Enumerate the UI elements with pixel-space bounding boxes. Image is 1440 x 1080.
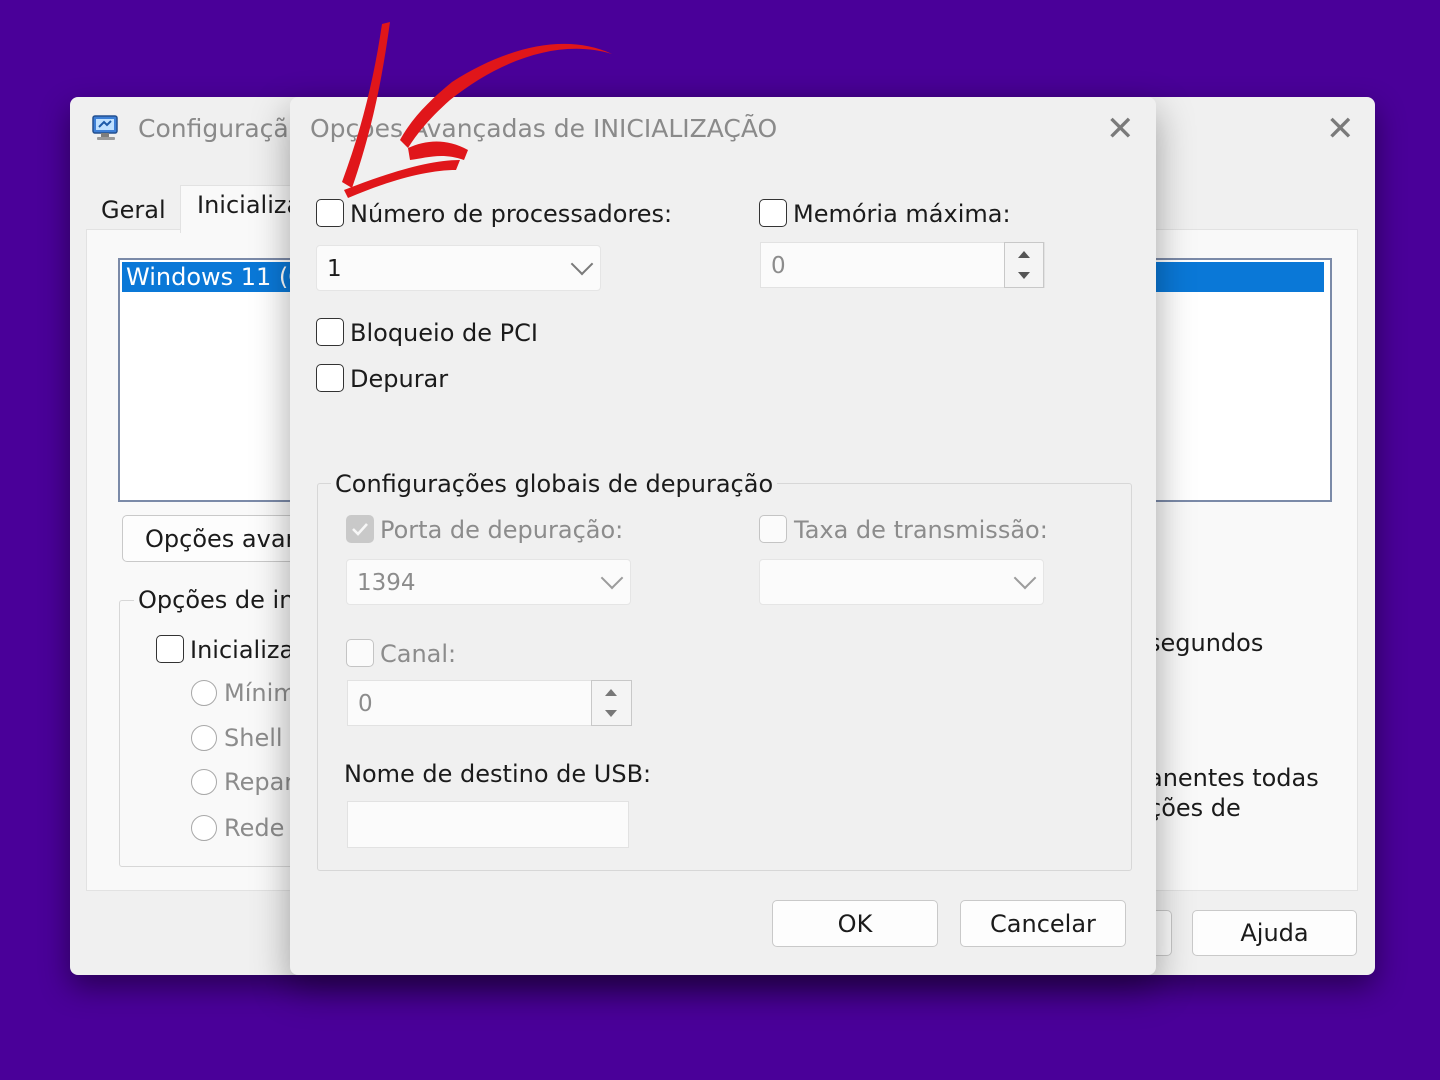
safe-boot-checkbox[interactable] (156, 635, 184, 663)
max-memory-checkbox[interactable] (759, 199, 787, 227)
max-memory-spin-buttons[interactable] (1004, 242, 1044, 288)
timeout-suffix: segundos (1148, 629, 1264, 657)
usb-target-input[interactable] (347, 801, 629, 848)
debug-port-label: Porta de depuração: (380, 516, 624, 544)
usb-target-label: Nome de destino de USB: (344, 760, 652, 788)
back-window-title: Configuraçã (138, 114, 289, 143)
channel-label: Canal: (380, 640, 457, 668)
debug-label: Depurar (350, 365, 449, 393)
baud-rate-checkbox[interactable] (759, 515, 787, 543)
num-processors-combo[interactable]: 1 (316, 245, 601, 291)
radio-alternate-shell[interactable] (191, 725, 217, 751)
baud-rate-combo[interactable] (759, 559, 1044, 605)
advanced-options-label: Opções avan (145, 524, 301, 553)
spin-up-icon[interactable] (605, 689, 617, 696)
help-button[interactable]: Ajuda (1192, 910, 1357, 956)
chevron-down-icon (1013, 566, 1037, 590)
debug-checkbox[interactable] (316, 364, 344, 392)
debug-port-checkbox[interactable] (346, 515, 374, 543)
tab-general[interactable]: Geral (101, 196, 166, 224)
channel-spinbox[interactable]: 0 (347, 680, 632, 726)
back-close-icon[interactable]: ✕ (1326, 112, 1355, 146)
spin-down-icon[interactable] (605, 710, 617, 717)
red-arrow-annotation (342, 22, 612, 198)
cancel-button-label: Cancelar (990, 909, 1096, 938)
permanent-text-line1: anentes todas (1148, 764, 1319, 792)
radio-repair[interactable] (191, 769, 217, 795)
spin-up-icon[interactable] (1018, 251, 1030, 258)
app-icon (90, 112, 122, 144)
chevron-down-icon (600, 566, 624, 590)
global-debug-group-label: Configurações globais de depuração (331, 470, 778, 498)
ok-button[interactable]: OK (772, 900, 938, 947)
pci-lock-label: Bloqueio de PCI (350, 319, 538, 347)
max-memory-label: Memória máxima: (793, 200, 1011, 228)
radio-network[interactable] (191, 815, 217, 841)
channel-spin-buttons[interactable] (591, 680, 632, 726)
ok-button-label: OK (837, 909, 873, 938)
tab-boot-label: Inicializa (197, 191, 302, 219)
pci-lock-checkbox[interactable] (316, 318, 344, 346)
selected-boot-entry-label: Windows 11 (C (126, 263, 306, 291)
permanent-text-line2: ções de (1148, 794, 1241, 822)
baud-rate-label: Taxa de transmissão: (794, 516, 1048, 544)
num-processors-value: 1 (327, 256, 342, 282)
spin-down-icon[interactable] (1018, 272, 1030, 279)
cancel-button[interactable]: Cancelar (960, 900, 1126, 947)
dialog-close-icon[interactable]: ✕ (1106, 112, 1135, 146)
chevron-down-icon (570, 252, 594, 276)
radio-repair-label: Repar (224, 768, 295, 796)
radio-minimal[interactable] (191, 680, 217, 706)
max-memory-spinbox[interactable]: 0 (760, 242, 1045, 288)
help-button-label: Ajuda (1240, 919, 1309, 947)
debug-port-combo[interactable]: 1394 (346, 559, 631, 605)
max-memory-value: 0 (771, 253, 786, 279)
radio-network-label: Rede (224, 814, 285, 842)
channel-value: 0 (358, 691, 373, 717)
checkmark-icon (352, 523, 368, 536)
channel-checkbox[interactable] (346, 639, 374, 667)
debug-port-value: 1394 (357, 570, 416, 596)
